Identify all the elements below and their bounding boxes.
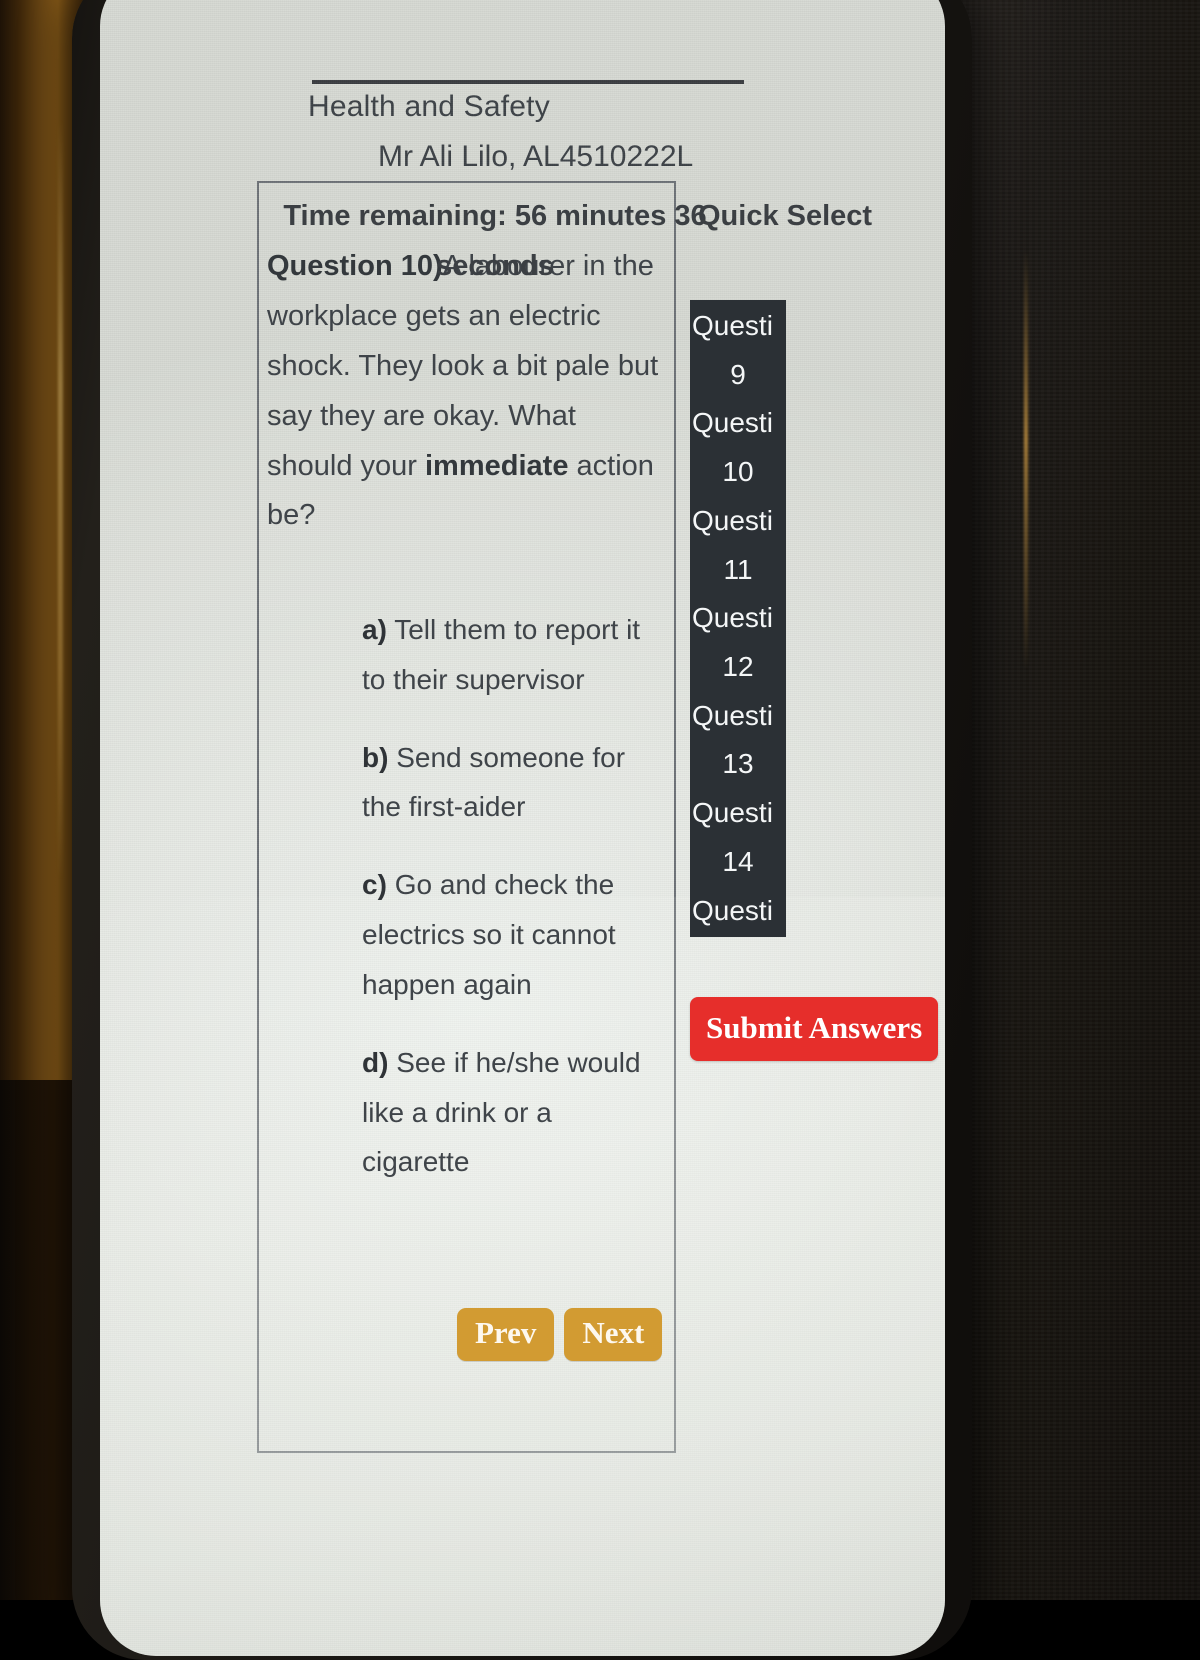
answer-options-list: a) Tell them to report it to their super… — [362, 605, 662, 1215]
quick-select-item[interactable]: Questi 11 — [690, 497, 786, 594]
quick-select-item-label: Questi — [692, 504, 773, 536]
question-navigation: Prev Next — [457, 1308, 663, 1361]
quick-select-item[interactable]: Questi 12 — [690, 594, 786, 691]
phone-screen: Health and Safety Mr Ali Lilo, AL4510222… — [100, 0, 945, 1656]
quick-select-item[interactable]: Questi 13 — [690, 692, 786, 789]
quick-select-item[interactable]: Questi 14 — [690, 789, 786, 886]
answer-option-a-text: Tell them to report it to their supervis… — [362, 614, 641, 695]
answer-option-c[interactable]: c) Go and check the electrics so it cann… — [362, 860, 662, 1009]
time-remaining: Time remaining: 56 minutes 36 seconds — [283, 200, 707, 282]
header-divider — [312, 80, 744, 84]
quick-select-item-number: 10 — [722, 456, 754, 488]
quick-select-heading: Quick Select — [698, 200, 873, 232]
answer-option-d[interactable]: d) See if he/she would like a drink or a… — [362, 1038, 662, 1187]
quick-select-item-number: 14 — [722, 845, 754, 877]
candidate-name: Mr Ali Lilo, AL4510222L — [378, 140, 694, 173]
submit-answers-button[interactable]: Submit Answers — [690, 997, 939, 1061]
quick-select-item-number: 12 — [722, 651, 754, 683]
quick-select-item-label: Questi — [692, 894, 773, 926]
next-button[interactable]: Next — [564, 1308, 663, 1361]
quick-select-item[interactable]: Questi 10 — [690, 399, 786, 496]
page-title: Health and Safety — [308, 90, 550, 123]
answer-option-b[interactable]: b) Send someone for the first-aider — [362, 733, 662, 833]
quick-select-item[interactable]: Questi 9 — [690, 302, 786, 399]
prev-button[interactable]: Prev — [457, 1308, 555, 1361]
answer-option-c-letter: c) — [362, 869, 387, 901]
quick-select-item-label: Questi — [692, 310, 773, 341]
answer-option-b-letter: b) — [362, 741, 389, 773]
answer-option-d-text: See if he/she would like a drink or a ci… — [362, 1046, 641, 1178]
quick-select-item[interactable]: Questi — [690, 887, 786, 936]
answer-option-b-text: Send someone for the first-aider — [362, 741, 626, 823]
quick-select-item-number: 9 — [730, 358, 746, 390]
answer-option-a-letter: a) — [362, 614, 387, 645]
quick-select-item-number: 11 — [723, 553, 753, 585]
quick-select-item-label: Questi — [692, 797, 773, 829]
quick-select-item-label: Questi — [692, 602, 773, 634]
quick-select-item-label: Questi — [692, 699, 773, 731]
right-edge-glint — [1024, 250, 1028, 670]
answer-option-a[interactable]: a) Tell them to report it to their super… — [362, 605, 662, 705]
question-emphasis: immediate — [425, 449, 569, 482]
quick-select-item-number: 13 — [722, 748, 754, 780]
answer-option-d-letter: d) — [362, 1046, 389, 1078]
quick-select-list[interactable]: Questi 9 Questi 10 Questi 11 Questi 12 Q… — [690, 300, 786, 938]
left-edge-glint — [58, 120, 63, 880]
quiz-page: Health and Safety Mr Ali Lilo, AL4510222… — [100, 0, 945, 1656]
quick-select-item-label: Questi — [692, 407, 773, 439]
dark-fabric-background — [945, 0, 1200, 1600]
answer-option-c-text: Go and check the electrics so it cannot … — [362, 869, 616, 1000]
